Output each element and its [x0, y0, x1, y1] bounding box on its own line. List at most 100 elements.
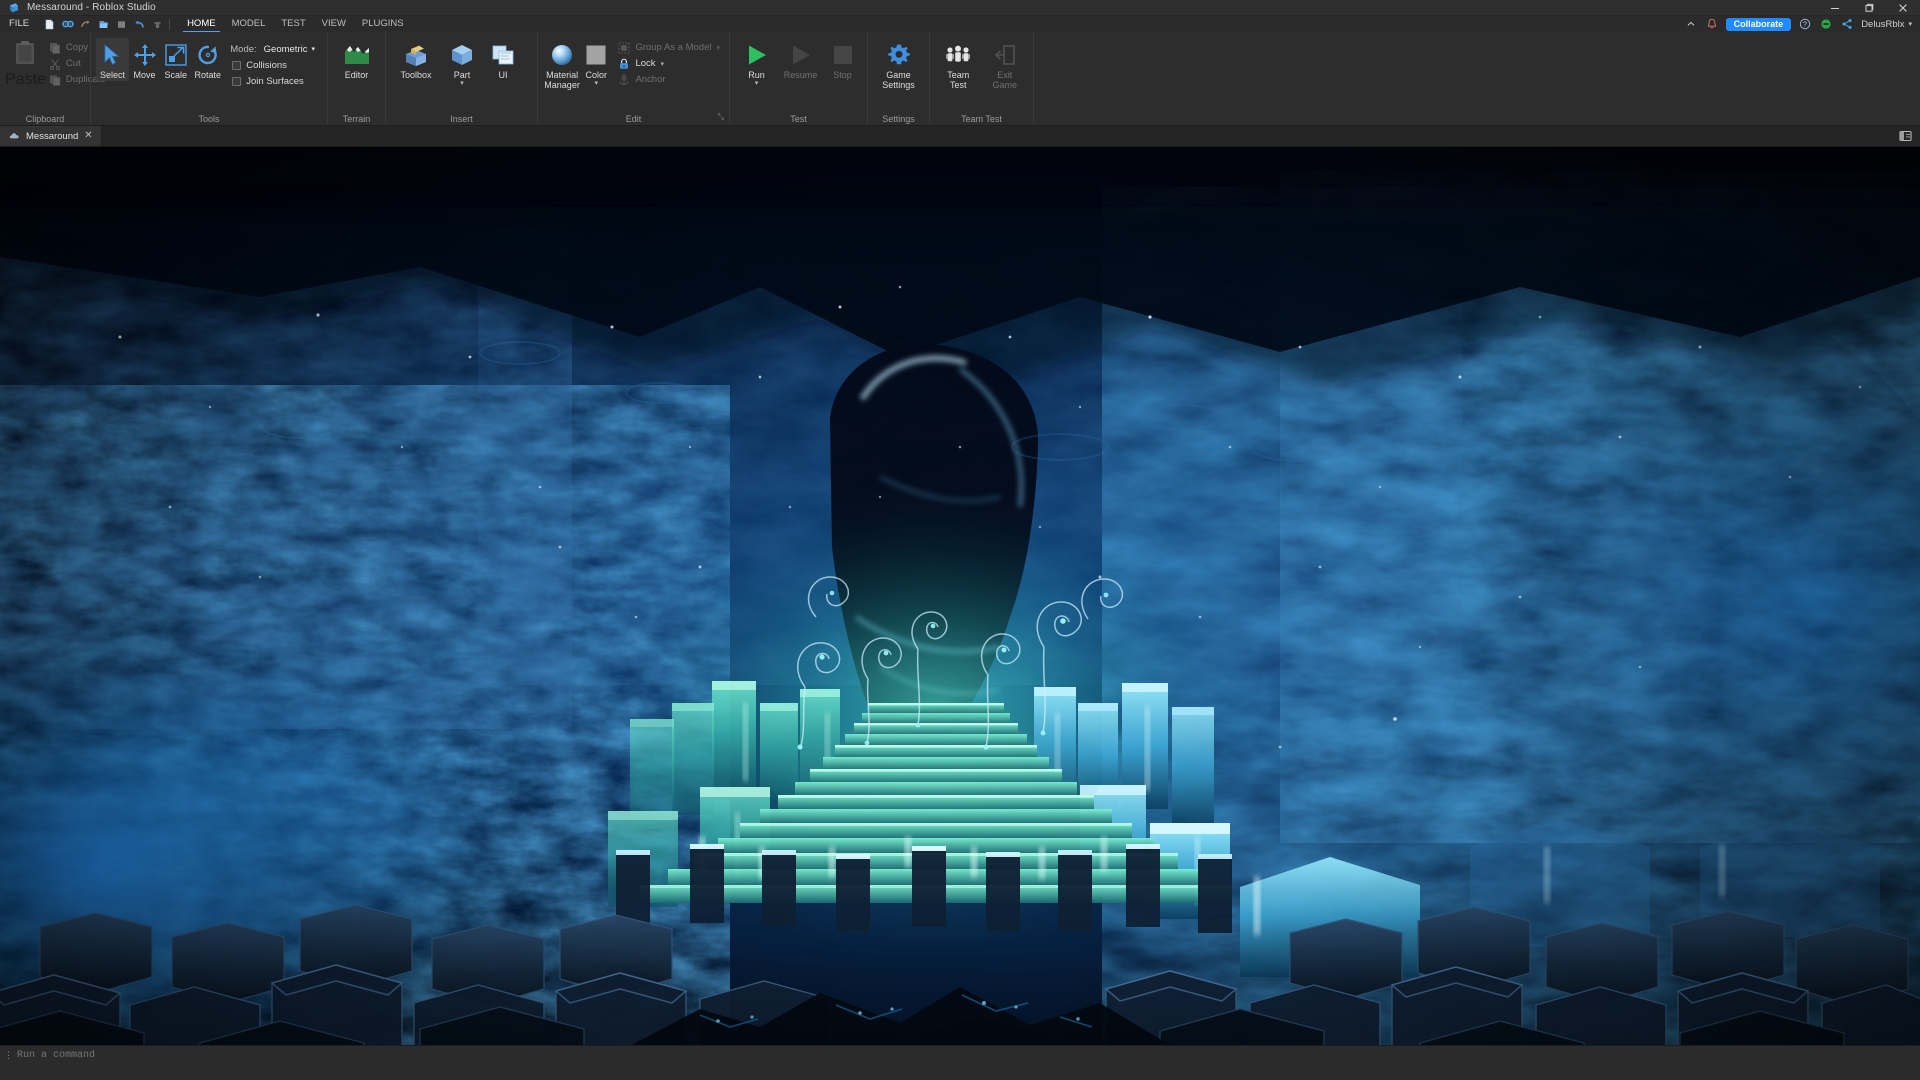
terrain-editor-label: Editor — [344, 70, 369, 80]
move-tool-button[interactable]: Move — [129, 38, 160, 81]
color-button[interactable]: Color ▾ — [581, 38, 611, 88]
select-tool-button[interactable]: Select — [96, 38, 129, 81]
paste-button[interactable]: Paste — [5, 38, 46, 89]
place-cloud-icon — [9, 127, 20, 145]
chevron-down-icon[interactable]: ▾ — [755, 80, 759, 87]
group-as-model-button[interactable]: Group As a Model ▾ — [615, 40, 724, 55]
minimize-button[interactable] — [1818, 0, 1852, 16]
chevron-down-icon: ▾ — [1908, 21, 1912, 28]
toolbox-label: Toolbox — [400, 70, 432, 80]
tab-model[interactable]: MODEL — [224, 16, 274, 32]
command-bar-input[interactable] — [17, 1045, 1920, 1065]
file-menu-button[interactable]: FILE — [0, 16, 38, 32]
collapse-ribbon-icon[interactable] — [1684, 17, 1698, 31]
ribbon: Paste Copy Cut Duplicate Clipboard Selec… — [0, 32, 1920, 126]
mode-dropdown[interactable]: Geometric ▾ — [261, 42, 318, 56]
mode-row: Mode: Geometric ▾ — [230, 42, 318, 56]
team-test-button[interactable]: Team Test — [935, 38, 982, 91]
ui-frames-icon — [491, 41, 515, 67]
group-label-settings: Settings — [882, 114, 915, 124]
chevron-down-icon[interactable]: ▾ — [661, 60, 665, 68]
presence-dot-icon[interactable] — [1819, 17, 1833, 31]
scale-box-icon — [164, 41, 188, 67]
help-circle-icon[interactable]: ? — [1798, 17, 1812, 31]
maximize-button[interactable] — [1852, 0, 1886, 16]
resume-play-icon — [788, 41, 814, 67]
ui-button[interactable]: UI — [483, 38, 523, 81]
scale-tool-button[interactable]: Scale — [160, 38, 191, 81]
exit-door-icon — [993, 41, 1017, 67]
exit-game-button[interactable]: Exit Game — [982, 38, 1029, 91]
part-label: Part — [453, 70, 471, 80]
menu-strip: FILE HOME MODEL TEST VIEW PLUGINS Collab… — [0, 16, 1920, 32]
run-label: Run — [748, 70, 765, 80]
share-network-icon[interactable] — [1840, 17, 1854, 31]
gear-icon — [887, 41, 911, 67]
material-manager-button[interactable]: Material Manager — [543, 38, 581, 91]
close-icon[interactable]: ✕ — [84, 131, 92, 141]
group-label-insert: Insert — [450, 114, 473, 124]
tab-home[interactable]: HOME — [179, 16, 224, 32]
find-icon[interactable] — [59, 17, 76, 32]
material-manager-label-1: Material — [546, 70, 579, 80]
terrain-editor-button[interactable]: Editor — [333, 38, 380, 81]
chevron-down-icon[interactable]: ▾ — [460, 80, 464, 87]
cut-label: Cut — [65, 58, 81, 69]
anchor-button[interactable]: Anchor — [615, 72, 724, 87]
tab-plugins[interactable]: PLUGINS — [354, 16, 412, 32]
ribbon-group-insert: Toolbox Part ▾ UI Insert — [385, 32, 537, 125]
select-label: Select — [99, 70, 125, 80]
collisions-checkbox-row[interactable]: Collisions — [230, 58, 318, 72]
stop-label: Stop — [833, 70, 852, 80]
edit-dialog-launcher[interactable]: ⤡ — [718, 110, 724, 124]
stop-square-icon[interactable] — [113, 17, 130, 32]
join-surfaces-label: Join Surfaces — [246, 75, 304, 87]
chevron-down-icon[interactable]: ▾ — [716, 44, 720, 52]
account-menu[interactable]: DelusRblx ▾ — [1861, 19, 1912, 30]
tab-test[interactable]: TEST — [273, 16, 313, 32]
doc-tab-label: Messaround — [26, 130, 79, 142]
ribbon-group-test: Run ▾ Resume Stop Test — [729, 32, 867, 125]
chevron-down-icon[interactable]: ▾ — [595, 80, 599, 87]
open-file-icon[interactable] — [95, 17, 112, 32]
cut-scissors-icon — [48, 57, 62, 70]
stop-button[interactable]: Stop — [824, 38, 862, 81]
svg-text:?: ? — [1803, 22, 1807, 29]
game-settings-button[interactable]: Game Settings — [874, 38, 924, 91]
join-surfaces-checkbox-row[interactable]: Join Surfaces — [230, 74, 318, 88]
customize-caret-icon[interactable] — [149, 17, 166, 32]
ribbon-group-clipboard: Paste Copy Cut Duplicate Clipboard — [0, 32, 106, 125]
close-button[interactable] — [1886, 0, 1920, 16]
collisions-checkbox[interactable] — [232, 60, 242, 70]
mode-value: Geometric — [263, 43, 308, 55]
color-swatch-icon — [584, 41, 608, 67]
ribbon-group-settings: Game Settings Settings — [867, 32, 929, 125]
quick-access-toolbar — [38, 17, 166, 32]
layout-panels-icon[interactable] — [1896, 128, 1914, 144]
group-model-icon — [617, 41, 631, 54]
part-button[interactable]: Part ▾ — [441, 38, 483, 88]
exit-game-label-1: Exit — [997, 70, 1013, 80]
toolbox-button[interactable]: Toolbox — [391, 38, 441, 81]
join-surfaces-checkbox[interactable] — [232, 76, 242, 86]
lock-button[interactable]: Lock ▾ — [615, 56, 724, 71]
command-bar-grip[interactable]: ⋮ — [0, 1051, 17, 1060]
ribbon-filler — [1033, 32, 1920, 125]
cursor-arrow-icon — [101, 41, 123, 67]
run-play-icon — [744, 41, 770, 67]
group-label-team-test: Team Test — [961, 114, 1002, 124]
redo-arrow-icon[interactable] — [77, 17, 94, 32]
group-label-test: Test — [790, 114, 807, 124]
undo-arrow-icon[interactable] — [131, 17, 148, 32]
bell-icon[interactable] — [1705, 17, 1719, 31]
rotate-tool-button[interactable]: Rotate — [191, 38, 224, 81]
tab-view[interactable]: VIEW — [314, 16, 354, 32]
collaborate-button[interactable]: Collaborate — [1725, 17, 1792, 31]
command-bar: ⋮ — [0, 1045, 1920, 1065]
doc-tab-messaround[interactable]: Messaround ✕ — [0, 126, 102, 146]
status-bar — [0, 1064, 1920, 1080]
new-file-icon[interactable] — [41, 17, 58, 32]
viewport-3d[interactable] — [0, 147, 1920, 1045]
resume-button[interactable]: Resume — [778, 38, 824, 81]
run-button[interactable]: Run ▾ — [736, 38, 778, 88]
